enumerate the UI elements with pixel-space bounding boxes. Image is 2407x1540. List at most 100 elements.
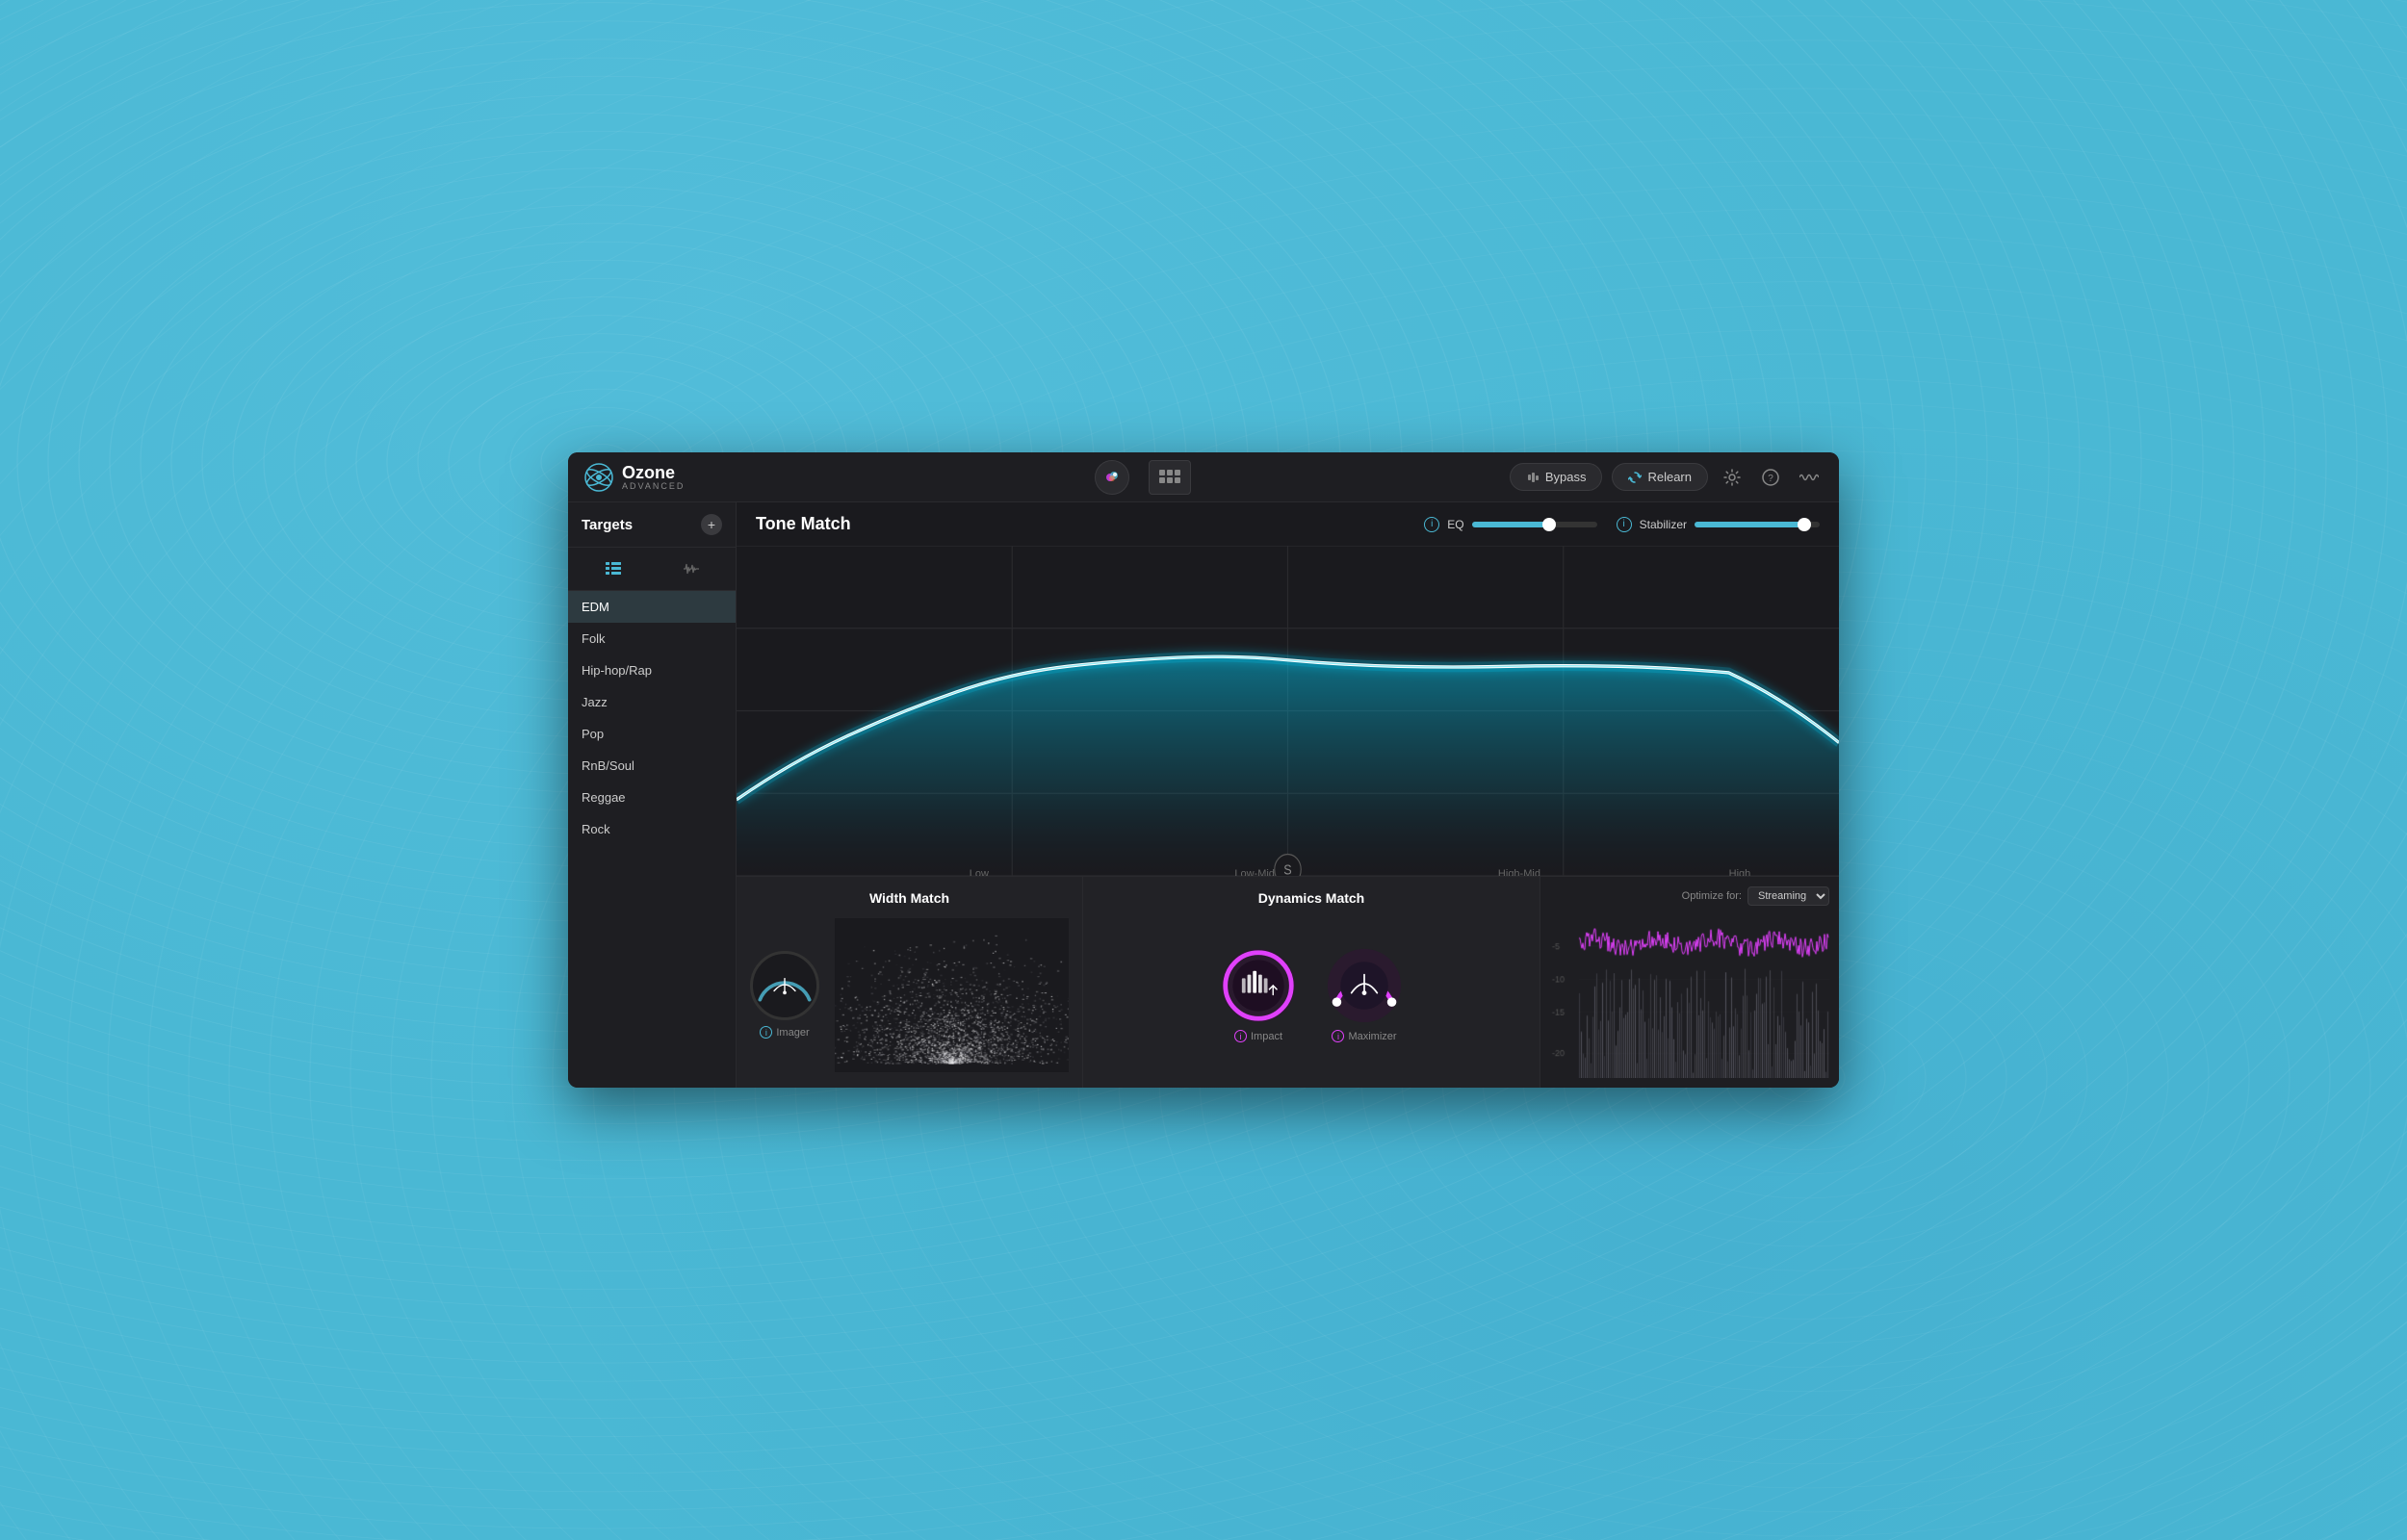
streaming-select[interactable]: Streaming CD Vinyl bbox=[1747, 886, 1829, 906]
header-center bbox=[776, 460, 1510, 495]
eq-svg: S bbox=[737, 546, 1839, 876]
dynamics-match-panel: Dynamics Match bbox=[1083, 877, 1540, 1088]
width-match-panel: Width Match bbox=[737, 877, 1083, 1088]
impact-info-icon[interactable]: i bbox=[1234, 1030, 1247, 1042]
impact-knob[interactable] bbox=[1220, 947, 1297, 1024]
svg-text:S: S bbox=[1283, 862, 1291, 876]
maximizer-info-icon[interactable]: i bbox=[1332, 1030, 1344, 1042]
sidebar: Targets + bbox=[568, 502, 737, 1088]
settings-button[interactable] bbox=[1718, 463, 1747, 492]
grid-view-button[interactable] bbox=[1149, 460, 1191, 495]
relearn-label: Relearn bbox=[1647, 470, 1692, 484]
item-label: Rock bbox=[582, 822, 610, 836]
list-icon bbox=[606, 562, 621, 576]
eq-info-icon[interactable]: i bbox=[1424, 517, 1439, 532]
imager-label-text: Imager bbox=[776, 1027, 809, 1039]
width-match-content: i Imager bbox=[750, 915, 1069, 1074]
impact-knob-area: i Impact bbox=[1220, 947, 1297, 1042]
tone-match-header: Tone Match i EQ i Stabilizer bbox=[737, 502, 1839, 546]
list-item-reggae[interactable]: Reggae bbox=[568, 782, 736, 813]
list-view-tab[interactable] bbox=[598, 555, 629, 582]
list-item-rnb[interactable]: RnB/Soul bbox=[568, 750, 736, 782]
list-item-hiphop[interactable]: Hip-hop/Rap bbox=[568, 654, 736, 686]
app-window: Ozone ADVANCED bbox=[568, 452, 1839, 1088]
maximizer-label-text: Maximizer bbox=[1348, 1031, 1396, 1042]
grid-icon bbox=[1159, 470, 1180, 485]
stereo-canvas bbox=[835, 918, 1069, 1072]
help-button[interactable]: ? bbox=[1756, 463, 1785, 492]
settings-icon bbox=[1723, 469, 1741, 486]
list-item-edm[interactable]: EDM bbox=[568, 591, 736, 623]
item-label: Hip-hop/Rap bbox=[582, 663, 652, 678]
maximizer-knob[interactable] bbox=[1326, 947, 1403, 1024]
targets-header: Targets + bbox=[568, 502, 736, 548]
eq-chart: S Low Low-Mid High-Mid High bbox=[737, 546, 1839, 876]
bypass-button[interactable]: Bypass bbox=[1510, 463, 1603, 491]
waveform-display bbox=[1550, 913, 1829, 1078]
tone-match-section: Tone Match i EQ i Stabilizer bbox=[737, 502, 1839, 876]
header-right: Bypass Relearn ? bbox=[1510, 463, 1824, 492]
dynamics-content: i Impact bbox=[1097, 915, 1526, 1074]
app-subtitle: ADVANCED bbox=[622, 481, 685, 491]
impact-knob-svg bbox=[1220, 945, 1297, 1026]
stereo-visualization bbox=[835, 918, 1069, 1072]
streaming-header: Optimize for: Streaming CD Vinyl bbox=[1550, 886, 1829, 906]
item-label: Folk bbox=[582, 631, 606, 646]
list-item-jazz[interactable]: Jazz bbox=[568, 686, 736, 718]
list-item-folk[interactable]: Folk bbox=[568, 623, 736, 654]
eq-controls: i EQ i Stabilizer bbox=[1424, 517, 1820, 532]
wave-button[interactable] bbox=[1795, 463, 1824, 492]
waveform-canvas bbox=[1550, 913, 1829, 1078]
relearn-icon bbox=[1628, 471, 1642, 484]
eq-control: i EQ bbox=[1424, 517, 1596, 532]
width-match-title: Width Match bbox=[750, 890, 1069, 906]
impact-label-text: Impact bbox=[1251, 1031, 1282, 1042]
imager-knob-svg bbox=[753, 951, 816, 1020]
eq-slider[interactable] bbox=[1472, 522, 1597, 527]
imager-label: i Imager bbox=[760, 1026, 809, 1039]
stabilizer-label: Stabilizer bbox=[1640, 518, 1687, 531]
item-label: EDM bbox=[582, 600, 609, 614]
targets-title: Targets bbox=[582, 517, 633, 533]
imager-info-icon[interactable]: i bbox=[760, 1026, 772, 1039]
ozone-logo-icon bbox=[583, 462, 614, 493]
main-content: Targets + bbox=[568, 502, 1839, 1088]
item-label: Jazz bbox=[582, 695, 608, 709]
item-label: Reggae bbox=[582, 790, 626, 805]
waveform-tab-icon bbox=[684, 562, 699, 576]
streaming-panel: Optimize for: Streaming CD Vinyl bbox=[1540, 877, 1839, 1088]
imager-knob[interactable] bbox=[750, 951, 819, 1020]
help-icon: ? bbox=[1762, 469, 1779, 486]
waveform-view-tab[interactable] bbox=[676, 555, 707, 582]
bypass-label: Bypass bbox=[1545, 470, 1587, 484]
app-title: Ozone bbox=[622, 464, 685, 481]
spectrum-icon bbox=[1102, 468, 1122, 487]
imager-knob-area: i Imager bbox=[750, 951, 819, 1039]
optimize-label: Optimize for: bbox=[1682, 890, 1742, 902]
bypass-icon bbox=[1526, 471, 1540, 484]
add-target-button[interactable]: + bbox=[701, 514, 722, 535]
maximizer-label: i Maximizer bbox=[1332, 1030, 1396, 1042]
impact-label: i Impact bbox=[1234, 1030, 1282, 1042]
wave-icon bbox=[1799, 471, 1819, 484]
stabilizer-slider[interactable] bbox=[1695, 522, 1820, 527]
logo-area: Ozone ADVANCED bbox=[583, 462, 776, 493]
header: Ozone ADVANCED bbox=[568, 452, 1839, 502]
tone-match-title: Tone Match bbox=[756, 514, 851, 534]
svg-text:?: ? bbox=[1768, 474, 1773, 484]
targets-list: EDM Folk Hip-hop/Rap Jazz Pop RnB/Soul bbox=[568, 591, 736, 1088]
stabilizer-control: i Stabilizer bbox=[1617, 517, 1820, 532]
stabilizer-info-icon[interactable]: i bbox=[1617, 517, 1632, 532]
list-item-pop[interactable]: Pop bbox=[568, 718, 736, 750]
bottom-section: Width Match bbox=[737, 876, 1839, 1088]
maximizer-knob-area: i Maximizer bbox=[1326, 947, 1403, 1042]
dynamics-match-title: Dynamics Match bbox=[1097, 890, 1526, 906]
relearn-button[interactable]: Relearn bbox=[1612, 463, 1708, 491]
item-label: RnB/Soul bbox=[582, 758, 634, 773]
eq-label: EQ bbox=[1447, 518, 1463, 531]
logo-text: Ozone ADVANCED bbox=[622, 464, 685, 491]
item-label: Pop bbox=[582, 727, 604, 741]
spectrum-button[interactable] bbox=[1095, 460, 1129, 495]
list-item-rock[interactable]: Rock bbox=[568, 813, 736, 845]
right-panel: Tone Match i EQ i Stabilizer bbox=[737, 502, 1839, 1088]
